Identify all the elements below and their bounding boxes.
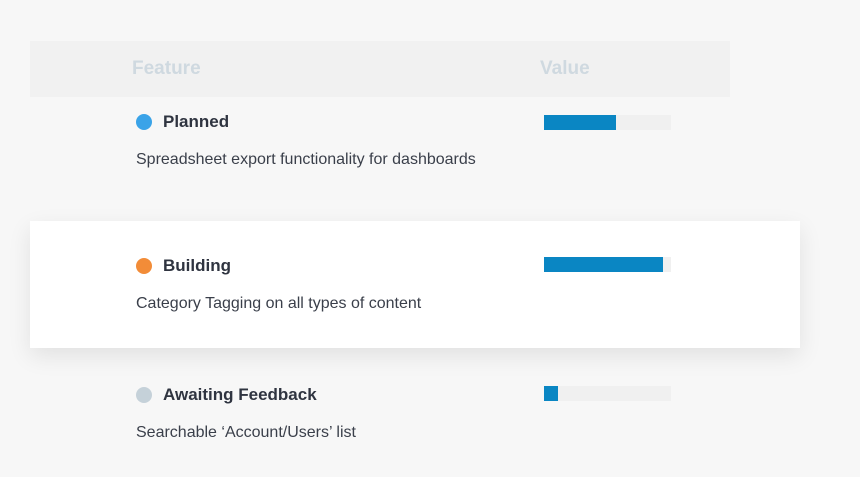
status-dot [136, 114, 152, 130]
feature-description: Searchable ‘Account/Users’ list [136, 424, 356, 441]
value-column-header: Value [540, 58, 590, 79]
status-dot [136, 258, 152, 274]
progress-bar [544, 386, 671, 401]
table-row[interactable]: Building Category Tagging on all types o… [30, 221, 800, 348]
status-label: Planned [163, 112, 230, 131]
table-row[interactable]: Awaiting Feedback Searchable ‘Account/Us… [30, 350, 800, 477]
status-dot [136, 387, 152, 403]
table-row[interactable]: Planned Spreadsheet export functionality… [30, 78, 800, 205]
feature-column-header: Feature [132, 58, 201, 79]
progress-bar [544, 257, 671, 272]
status-label: Awaiting Feedback [163, 385, 317, 404]
progress-fill [544, 386, 558, 401]
feature-description: Spreadsheet export functionality for das… [136, 151, 476, 168]
status-label: Building [163, 256, 231, 275]
progress-bar [544, 115, 671, 130]
feature-description: Category Tagging on all types of content [136, 295, 422, 312]
progress-fill [544, 257, 664, 272]
progress-fill [544, 115, 617, 130]
